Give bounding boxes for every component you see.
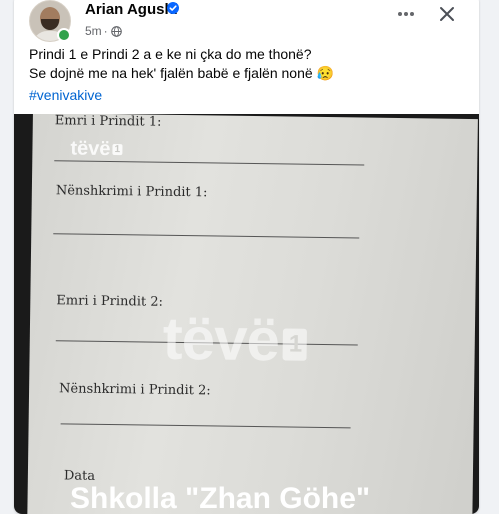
- form-label-nenshkrimi-1: Nënshkrimi i Prindit 1:: [55, 183, 208, 201]
- watermark-large-text: tëvë: [162, 304, 280, 374]
- watermark-large: tëvë 1: [162, 305, 308, 373]
- post-text-line-2: Se dojnë me na hek' fjalën babë e fjalën…: [29, 65, 334, 81]
- watermark-small-badge: 1: [112, 144, 123, 156]
- post-text: Prindi 1 e Prindi 2 a e ke ni çka do me …: [29, 45, 469, 83]
- form-line: [60, 423, 351, 429]
- post-timestamp[interactable]: 5m: [85, 24, 102, 38]
- form-paper-image: Emri i Prindit 1: Nënshkrimi i Prindit 1…: [27, 114, 478, 514]
- form-label-nenshkrimi-2: Nënshkrimi i Prindit 2:: [58, 381, 211, 399]
- meta-separator: ·: [103, 24, 108, 38]
- watermark-large-badge: 1: [282, 328, 308, 361]
- post-video[interactable]: Emri i Prindit 1: Nënshkrimi i Prindit 1…: [14, 114, 479, 514]
- video-caption: Shkolla "Zhan Göhe": [70, 482, 371, 514]
- author-name[interactable]: Arian Agushi: [85, 1, 178, 18]
- watermark-small: tëvë 1: [70, 137, 123, 161]
- form-label-emri-2: Emri i Prindit 2:: [56, 293, 164, 310]
- form-line: [53, 233, 360, 239]
- post-card: Arian Agushi 5m · Prindi 1 e Prindi 2 a …: [14, 0, 479, 514]
- form-label-emri-1: Emri i Prindit 1:: [54, 114, 162, 130]
- form-line: [54, 160, 365, 166]
- verified-badge-icon: [167, 2, 179, 14]
- online-status-indicator: [57, 28, 71, 42]
- globe-icon[interactable]: [110, 25, 122, 37]
- watermark-small-text: tëvë: [70, 137, 111, 160]
- post-text-line-1: Prindi 1 e Prindi 2 a e ke ni çka do me …: [29, 46, 312, 62]
- post-header: Arian Agushi 5m ·: [14, 0, 479, 42]
- post-meta: 5m ·: [85, 24, 122, 38]
- avatar-beard: [41, 19, 59, 30]
- more-options-icon[interactable]: [394, 4, 418, 24]
- hashtag-link[interactable]: #venivakive: [29, 87, 102, 103]
- close-icon[interactable]: [435, 2, 459, 26]
